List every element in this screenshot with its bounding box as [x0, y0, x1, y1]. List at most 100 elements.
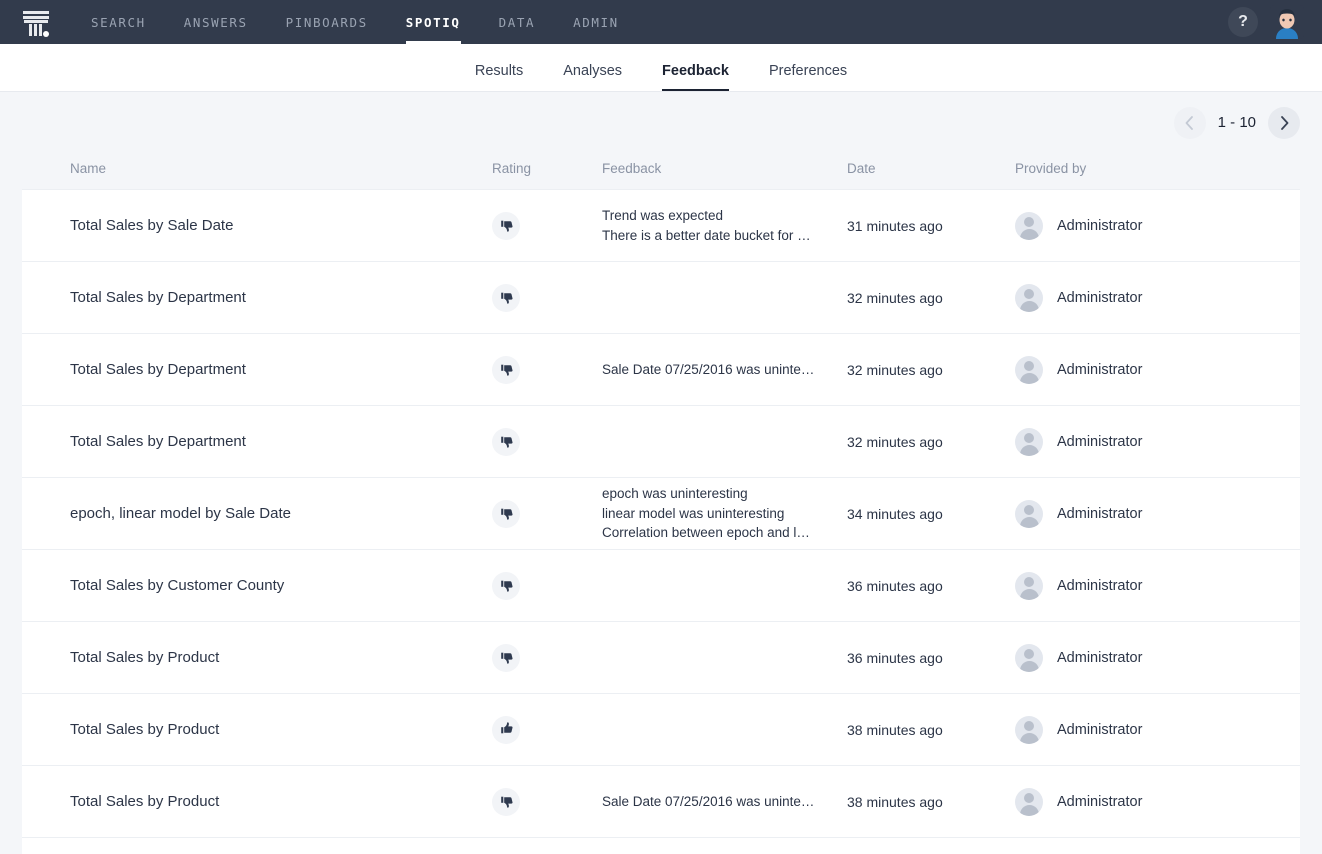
cell-rating [492, 211, 602, 240]
feedback-line: Sale Date 07/25/2016 was uninte… [602, 361, 815, 377]
cell-name: Total Sales by Product [70, 793, 220, 810]
cell-provided-by: Administrator [1015, 787, 1260, 816]
user-avatar-icon [1015, 355, 1043, 384]
nav-item-spotiq[interactable]: SPOTIQ [387, 0, 480, 44]
nav-item-answers[interactable]: ANSWERS [165, 0, 267, 44]
app-logo[interactable] [0, 0, 72, 44]
feedback-line: Correlation between epoch and l… [602, 525, 810, 541]
table-header-row: Name Rating Feedback Date Provided by [0, 147, 1322, 189]
cell-rating [492, 643, 602, 672]
table-row[interactable]: epoch, linear model by Sale Date epoch wa… [22, 478, 1300, 550]
cell-name: Total Sales by Customer County [70, 577, 285, 594]
cell-provided-by: Administrator [1015, 283, 1260, 312]
thumbs-down-icon[interactable] [492, 499, 520, 528]
provided-by-name: Administrator [1057, 577, 1143, 594]
sub-navigation-tabs: Results Analyses Feedback Preferences [0, 44, 1322, 92]
feedback-page-content: 1 - 10 Name Rating Feedback Date Provide… [0, 92, 1322, 854]
cell-name: Total Sales by Department [70, 289, 246, 306]
thumbs-down-icon[interactable] [492, 427, 520, 456]
cell-date: 32 minutes ago [847, 433, 943, 450]
page-range-label: 1 - 10 [1217, 114, 1256, 131]
table-row[interactable]: Total Sales by Product 38 minutes ago Admi… [22, 694, 1300, 766]
cell-rating [492, 571, 602, 600]
help-button[interactable]: ? [1228, 7, 1258, 37]
cell-name: epoch, linear model by Sale Date [70, 505, 291, 522]
provided-by-name: Administrator [1057, 433, 1143, 450]
thoughtspot-logo-icon [21, 7, 51, 37]
cell-feedback: epoch was uninteresting linear model was … [602, 484, 847, 543]
cell-date: 36 minutes ago [847, 649, 943, 666]
tab-preferences[interactable]: Preferences [749, 63, 867, 91]
cell-date: 31 minutes ago [847, 217, 943, 234]
cell-rating [492, 427, 602, 456]
tab-analyses[interactable]: Analyses [543, 63, 642, 91]
column-header-feedback: Feedback [602, 160, 662, 176]
user-avatar[interactable] [1270, 5, 1304, 39]
thumbs-down-icon[interactable] [492, 787, 520, 816]
top-navigation-bar: SEARCH ANSWERS PINBOARDS SPOTIQ DATA ADMIN ? [0, 0, 1322, 44]
cell-date: 38 minutes ago [847, 721, 943, 738]
provided-by-name: Administrator [1057, 289, 1143, 306]
cell-date: 32 minutes ago [847, 289, 943, 306]
nav-right-actions: ? [1228, 0, 1322, 44]
cell-rating [492, 499, 602, 528]
thumbs-down-icon[interactable] [492, 283, 520, 312]
table-row[interactable]: Total Sales by Product 36 minutes ago Admi… [22, 622, 1300, 694]
cell-provided-by: Administrator [1015, 715, 1260, 744]
table-row[interactable] [22, 838, 1300, 854]
thumbs-down-icon[interactable] [492, 571, 520, 600]
cell-name: Total Sales by Product [70, 649, 220, 666]
nav-item-admin[interactable]: ADMIN [554, 0, 638, 44]
nav-item-pinboards[interactable]: PINBOARDS [267, 0, 387, 44]
cell-rating [492, 715, 602, 744]
table-row[interactable]: Total Sales by Department 32 minutes ago A… [22, 262, 1300, 334]
thumbs-down-icon[interactable] [492, 643, 520, 672]
cell-provided-by: Administrator [1015, 355, 1260, 384]
table-row[interactable]: Total Sales by Department Sale Date 07/25… [22, 334, 1300, 406]
table-row[interactable]: Total Sales by Department 32 minutes ago A… [22, 406, 1300, 478]
feedback-line: epoch was uninteresting [602, 486, 748, 502]
cell-rating [492, 355, 602, 384]
cell-rating [492, 787, 602, 816]
column-header-name: Name [70, 160, 107, 176]
cell-feedback: Trend was expected There is a better date… [602, 206, 847, 245]
nav-item-data[interactable]: DATA [480, 0, 555, 44]
chevron-right-icon [1280, 115, 1288, 130]
cell-provided-by: Administrator [1015, 427, 1260, 456]
feedback-line: There is a better date bucket for … [602, 227, 811, 243]
thumbs-down-icon[interactable] [492, 355, 520, 384]
provided-by-name: Administrator [1057, 721, 1143, 738]
provided-by-name: Administrator [1057, 505, 1143, 522]
cell-name: Total Sales by Product [70, 721, 220, 738]
chevron-left-icon [1185, 115, 1194, 130]
pagination-controls: 1 - 10 [0, 92, 1322, 147]
cell-name: Total Sales by Department [70, 361, 246, 378]
feedback-line: Sale Date 07/25/2016 was uninte… [602, 793, 815, 809]
user-avatar-icon [1015, 571, 1043, 600]
provided-by-name: Administrator [1057, 649, 1143, 666]
column-header-date: Date [847, 160, 876, 176]
user-avatar-icon [1015, 211, 1043, 240]
next-page-button[interactable] [1268, 106, 1300, 139]
cell-provided-by: Administrator [1015, 211, 1260, 240]
user-avatar-icon [1015, 787, 1043, 816]
cell-provided-by: Administrator [1015, 571, 1260, 600]
nav-item-search[interactable]: SEARCH [72, 0, 165, 44]
cell-date: 36 minutes ago [847, 577, 943, 594]
cell-feedback: Sale Date 07/25/2016 was uninte… [602, 360, 847, 380]
previous-page-button[interactable] [1173, 106, 1206, 139]
primary-nav-items: SEARCH ANSWERS PINBOARDS SPOTIQ DATA ADMIN [72, 0, 638, 44]
thumbs-up-icon[interactable] [492, 715, 520, 744]
user-avatar-icon [1015, 283, 1043, 312]
thumbs-down-icon[interactable] [492, 211, 520, 240]
cell-feedback: Sale Date 07/25/2016 was uninte… [602, 792, 847, 812]
table-row[interactable]: Total Sales by Sale Date Trend was expect… [22, 190, 1300, 262]
table-row[interactable]: Total Sales by Customer County 36 minutes… [22, 550, 1300, 622]
user-avatar-icon [1015, 715, 1043, 744]
provided-by-name: Administrator [1057, 361, 1143, 378]
tab-feedback[interactable]: Feedback [642, 63, 749, 91]
tab-results[interactable]: Results [455, 63, 543, 91]
table-row[interactable]: Total Sales by Product Sale Date 07/25/20… [22, 766, 1300, 838]
cell-name: Total Sales by Department [70, 433, 246, 450]
cell-rating [492, 283, 602, 312]
